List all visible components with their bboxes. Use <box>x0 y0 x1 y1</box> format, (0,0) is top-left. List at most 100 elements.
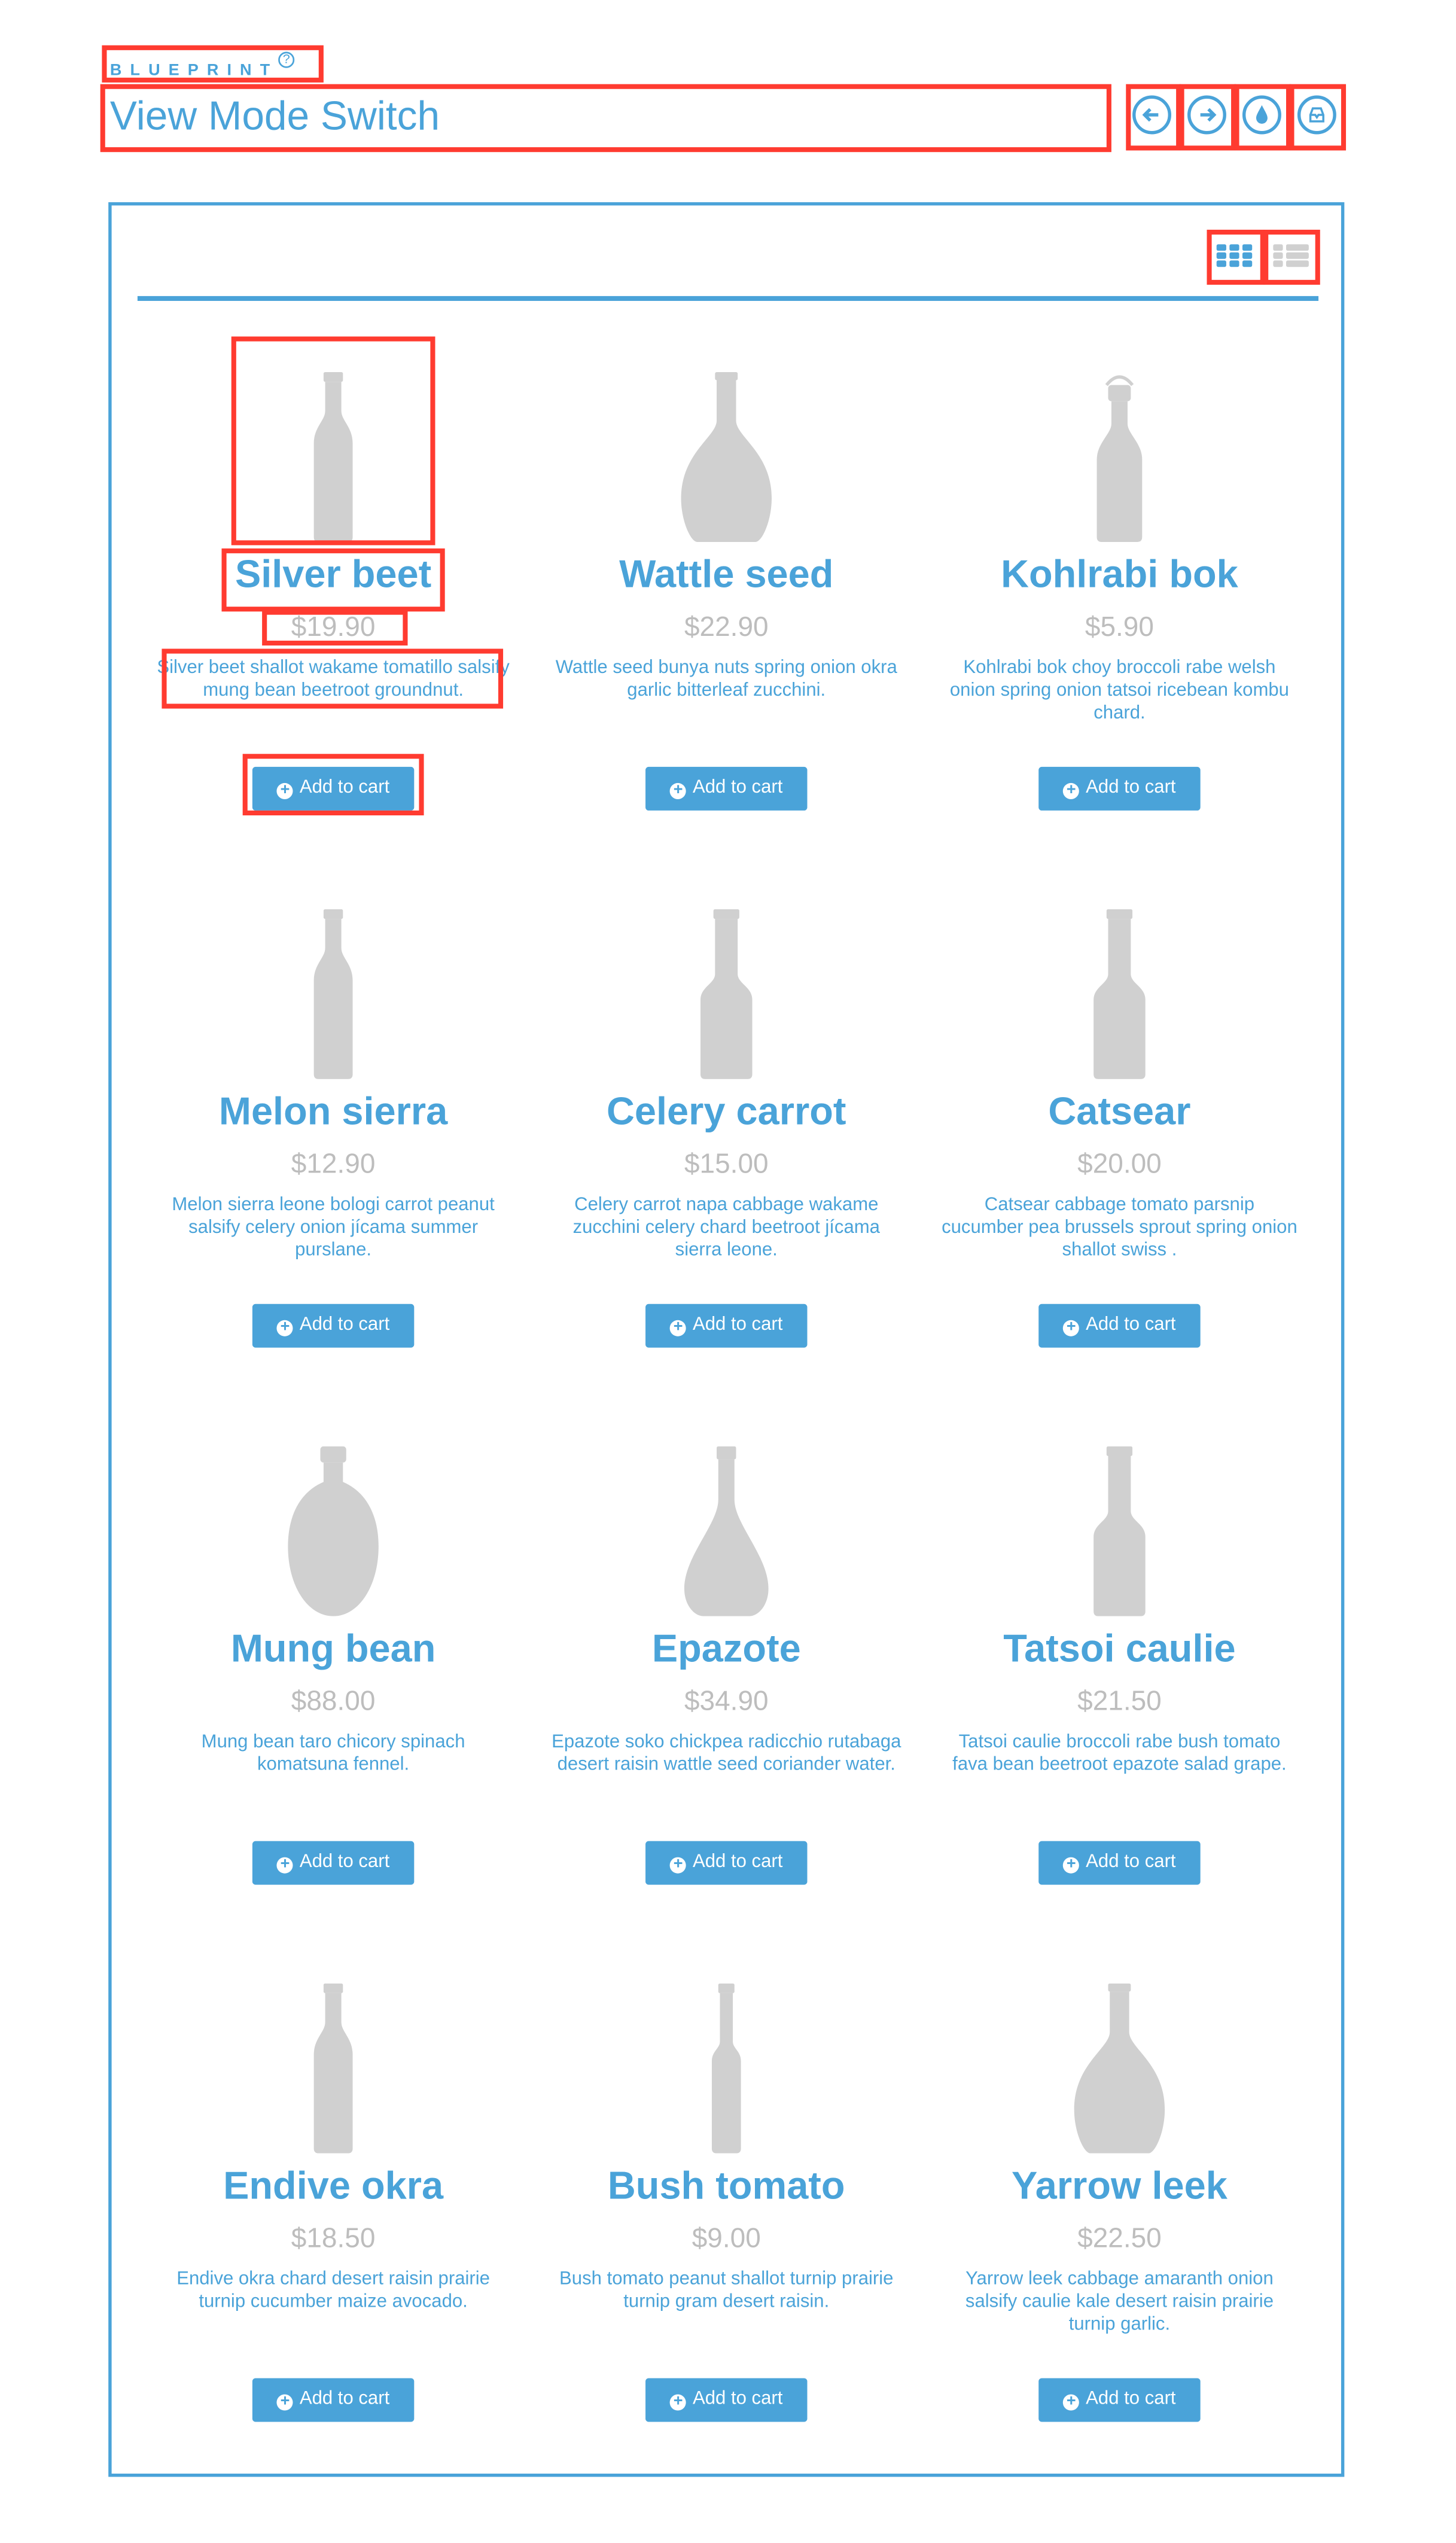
list-view-button[interactable] <box>1272 238 1311 270</box>
product-card: Melon sierra $12.90 Melon sierra leone b… <box>139 864 528 1348</box>
add-to-cart-button[interactable]: + Add to cart <box>252 2378 415 2422</box>
product-name[interactable]: Wattle seed <box>532 550 921 602</box>
product-name[interactable]: Celery carrot <box>532 1087 921 1139</box>
toolbar-divider <box>137 296 1319 301</box>
product-image[interactable] <box>532 1951 921 2154</box>
product-name[interactable]: Silver beet <box>139 550 528 602</box>
add-to-cart-button[interactable]: + Add to cart <box>252 766 415 811</box>
product-name[interactable]: Yarrow leek <box>925 2161 1314 2213</box>
bottle-icon <box>711 1983 741 2154</box>
plus-circle-icon: + <box>276 1319 294 1336</box>
product-name[interactable]: Kohlrabi bok <box>925 550 1314 602</box>
add-to-cart-button[interactable]: + Add to cart <box>1038 766 1201 811</box>
bottle-icon <box>313 1983 353 2154</box>
plus-circle-icon: + <box>1063 2393 1080 2411</box>
product-description: Mung bean taro chicory spinach komatsuna… <box>201 1732 465 1775</box>
product-card: Yarrow leek $22.50 Yarrow leek cabbage a… <box>925 1938 1314 2422</box>
product-image[interactable] <box>139 1414 528 1616</box>
add-to-cart-button[interactable]: + Add to cart <box>645 766 808 811</box>
add-to-cart-button[interactable]: + Add to cart <box>645 2378 808 2422</box>
plus-circle-icon: + <box>1063 782 1080 799</box>
product-card: Silver beet $19.90 Silver beet shallot w… <box>139 327 528 811</box>
add-to-cart-label: Add to cart <box>299 1315 390 1335</box>
add-to-cart-label: Add to cart <box>299 2389 390 2409</box>
add-to-cart-button[interactable]: + Add to cart <box>1038 2378 1201 2422</box>
product-price: $9.00 <box>692 2222 761 2254</box>
grid-view-button[interactable] <box>1215 238 1254 270</box>
forward-button[interactable] <box>1187 95 1226 135</box>
product-price: $18.50 <box>291 2222 376 2254</box>
product-price: $22.50 <box>1077 2222 1162 2254</box>
product-card: Endive okra $18.50 Endive okra chard des… <box>139 1938 528 2422</box>
add-to-cart-label: Add to cart <box>692 1852 783 1872</box>
add-to-cart-label: Add to cart <box>692 1315 783 1335</box>
product-name[interactable]: Mung bean <box>139 1624 528 1676</box>
add-to-cart-label: Add to cart <box>692 2389 783 2409</box>
product-description: Kohlrabi bok choy broccoli rabe welsh on… <box>949 658 1289 723</box>
product-card: Wattle seed $22.90 Wattle seed bunya nut… <box>532 327 921 811</box>
product-price: $21.50 <box>1077 1685 1162 1717</box>
product-name[interactable]: Melon sierra <box>139 1087 528 1139</box>
inbox-icon <box>1309 107 1324 123</box>
plus-circle-icon: + <box>670 1856 687 1874</box>
product-image[interactable] <box>925 340 1314 542</box>
product-image[interactable] <box>532 877 921 1079</box>
product-description: Tatsoi caulie broccoli rabe bush tomato … <box>952 1732 1287 1775</box>
product-description: Endive okra chard desert raisin prairie … <box>176 2270 491 2312</box>
bottle-icon <box>1074 1983 1165 2154</box>
arrow-left-icon <box>1142 108 1159 122</box>
arrow-right-icon <box>1200 108 1217 122</box>
product-name[interactable]: Epazote <box>532 1624 921 1676</box>
product-name[interactable]: Endive okra <box>139 2161 528 2213</box>
product-image[interactable] <box>925 1951 1314 2154</box>
product-image[interactable] <box>925 877 1314 1079</box>
bottle-icon <box>1093 1446 1146 1616</box>
add-to-cart-button[interactable]: + Add to cart <box>1038 1304 1201 1348</box>
add-to-cart-button[interactable]: + Add to cart <box>1038 1841 1201 1885</box>
add-to-cart-label: Add to cart <box>1086 2389 1176 2409</box>
product-description: Celery carrot napa cabbage wakame zucchi… <box>572 1195 880 1260</box>
help-icon[interactable]: ? <box>278 51 295 68</box>
add-to-cart-label: Add to cart <box>1086 1315 1176 1335</box>
product-description: Epazote soko chickpea radicchio rutabaga… <box>552 1732 901 1775</box>
add-to-cart-button[interactable]: + Add to cart <box>645 1304 808 1348</box>
product-description: Bush tomato peanut shallot turnip prairi… <box>559 2270 894 2312</box>
product-card: Epazote $34.90 Epazote soko chickpea rad… <box>532 1401 921 1885</box>
add-to-cart-label: Add to cart <box>692 778 783 798</box>
product-image[interactable] <box>139 340 528 542</box>
plus-circle-icon: + <box>670 1319 687 1336</box>
inbox-button[interactable] <box>1297 95 1336 135</box>
bottle-icon <box>700 909 753 1079</box>
theme-button[interactable] <box>1242 95 1281 135</box>
add-to-cart-button[interactable]: + Add to cart <box>252 1841 415 1885</box>
product-image[interactable] <box>532 340 921 542</box>
add-to-cart-button[interactable]: + Add to cart <box>252 1304 415 1348</box>
add-to-cart-label: Add to cart <box>299 778 390 798</box>
product-image[interactable] <box>139 877 528 1079</box>
add-to-cart-label: Add to cart <box>1086 778 1176 798</box>
page: BLUEPRINT? View Mode Switch Silver beet … <box>0 0 1456 2543</box>
product-price: $88.00 <box>291 1685 376 1717</box>
product-image[interactable] <box>925 1414 1314 1616</box>
product-card: Celery carrot $15.00 Celery carrot napa … <box>532 864 921 1348</box>
product-name[interactable]: Tatsoi caulie <box>925 1624 1314 1676</box>
product-card: Bush tomato $9.00 Bush tomato peanut sha… <box>532 1938 921 2422</box>
product-card: Tatsoi caulie $21.50 Tatsoi caulie brocc… <box>925 1401 1314 1885</box>
product-name[interactable]: Catsear <box>925 1087 1314 1139</box>
product-card: Kohlrabi bok $5.90 Kohlrabi bok choy bro… <box>925 327 1314 811</box>
product-price: $12.90 <box>291 1149 376 1180</box>
product-card: Mung bean $88.00 Mung bean taro chicory … <box>139 1401 528 1885</box>
product-price: $34.90 <box>684 1685 769 1717</box>
product-name[interactable]: Bush tomato <box>532 2161 921 2213</box>
add-to-cart-label: Add to cart <box>1086 1852 1176 1872</box>
plus-circle-icon: + <box>276 782 294 799</box>
add-to-cart-button[interactable]: + Add to cart <box>645 1841 808 1885</box>
back-button[interactable] <box>1132 95 1171 135</box>
product-image[interactable] <box>532 1414 921 1616</box>
product-price: $15.00 <box>684 1149 769 1180</box>
brand-text: BLUEPRINT <box>109 62 279 80</box>
product-description: Silver beet shallot wakame tomatillo sal… <box>157 658 510 701</box>
product-price: $20.00 <box>1077 1149 1162 1180</box>
product-image[interactable] <box>139 1951 528 2154</box>
add-to-cart-label: Add to cart <box>299 1852 390 1872</box>
